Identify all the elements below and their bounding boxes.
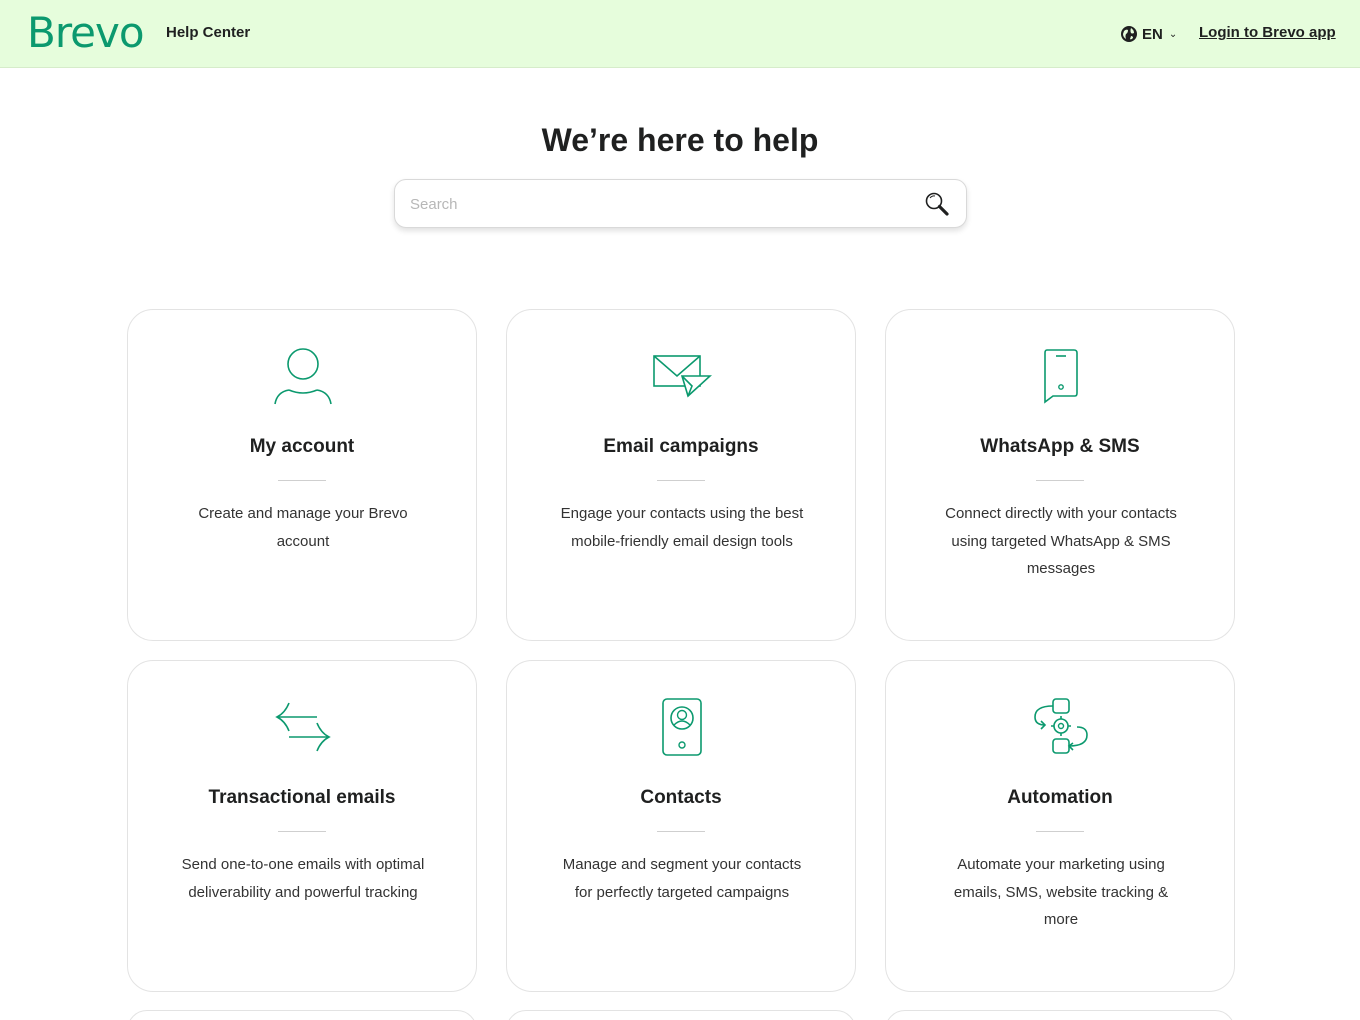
card-description: Engage your contacts using the best mobi…: [560, 505, 804, 550]
card-title: Transactional emails: [208, 787, 396, 808]
contact-card-icon: [662, 698, 702, 756]
workflow-gear-icon: [1034, 698, 1088, 754]
card-description: Manage and segment your contacts for per…: [562, 856, 802, 901]
category-card-transactional-emails[interactable]: Transactional emails Send one-to-one ema…: [127, 660, 477, 992]
envelope-paper-plane-icon: [653, 355, 712, 398]
category-card-contacts[interactable]: Contacts Manage and segment your contact…: [506, 660, 856, 992]
search-bar: [394, 179, 967, 228]
language-selector[interactable]: EN ⌄: [1120, 24, 1177, 44]
transfer-arrows-icon: [275, 702, 331, 752]
card-divider: [278, 831, 326, 832]
category-card-partial[interactable]: [885, 1010, 1235, 1020]
category-card-automation[interactable]: Automation Automate your marketing using…: [885, 660, 1235, 992]
card-title: My account: [249, 436, 355, 457]
search-icon[interactable]: [923, 190, 953, 218]
search-input[interactable]: [410, 193, 910, 215]
help-center-label[interactable]: Help Center: [166, 24, 250, 41]
category-card-email-campaigns[interactable]: Email campaigns Engage your contacts usi…: [506, 309, 856, 641]
card-title: Email campaigns: [603, 436, 759, 457]
card-description: Automate your marketing using emails, SM…: [953, 856, 1169, 928]
login-link[interactable]: Login to Brevo app: [1199, 24, 1336, 41]
top-header: Brevo Help Center EN ⌄ Login to Brevo ap…: [0, 0, 1360, 68]
brevo-logo[interactable]: Brevo: [27, 8, 145, 57]
language-code: EN: [1142, 25, 1163, 43]
card-divider: [1036, 831, 1084, 832]
category-card-partial[interactable]: [127, 1010, 477, 1020]
card-description: Send one-to-one emails with optimal deli…: [181, 856, 425, 901]
card-description: Create and manage your Brevo account: [198, 505, 408, 550]
category-card-whatsapp-sms[interactable]: WhatsApp & SMS Connect directly with you…: [885, 309, 1235, 641]
card-divider: [278, 480, 326, 481]
category-card-my-account[interactable]: My account Create and manage your Brevo …: [127, 309, 477, 641]
user-icon: [274, 348, 332, 405]
globe-icon: [1121, 26, 1137, 42]
card-description: Connect directly with your contacts usin…: [945, 505, 1177, 577]
card-divider: [657, 480, 705, 481]
smartphone-chat-icon: [1044, 349, 1078, 404]
chevron-down-icon: ⌄: [1168, 28, 1178, 40]
card-title: WhatsApp & SMS: [980, 436, 1140, 457]
card-title: Contacts: [640, 787, 722, 808]
category-card-partial[interactable]: [506, 1010, 856, 1020]
page-title: We’re here to help: [541, 122, 819, 158]
card-divider: [657, 831, 705, 832]
card-title: Automation: [1007, 787, 1113, 808]
card-divider: [1036, 480, 1084, 481]
